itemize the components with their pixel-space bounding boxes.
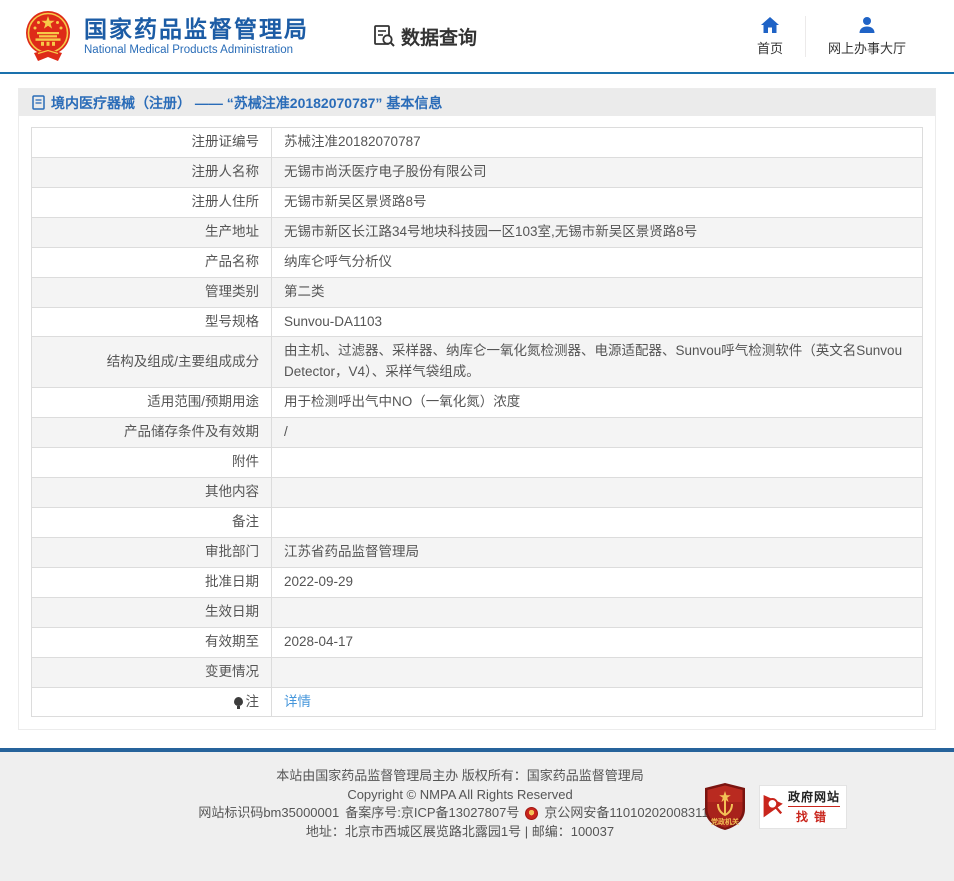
row-value xyxy=(272,448,923,478)
row-label: 管理类别 xyxy=(32,277,272,307)
site-title: 国家药品监督管理局 xyxy=(84,16,309,42)
row-value: 纳库仑呼气分析仪 xyxy=(272,247,923,277)
row-label: 审批部门 xyxy=(32,537,272,567)
table-row: 变更情况 xyxy=(32,657,923,687)
row-label: 生效日期 xyxy=(32,597,272,627)
party-government-badge[interactable]: 党政机关 xyxy=(704,782,746,831)
top-nav: 首页 网上办事大厅 xyxy=(735,16,928,57)
row-value: 用于检测呼出气中NO（一氧化氮）浓度 xyxy=(272,388,923,418)
row-label: 注册人住所 xyxy=(32,187,272,217)
error-finder-icon xyxy=(762,790,786,824)
table-row: 产品名称纳库仑呼气分析仪 xyxy=(32,247,923,277)
data-query-entry[interactable]: 数据查询 xyxy=(371,23,477,50)
table-row: 生效日期 xyxy=(32,597,923,627)
document-icon xyxy=(32,95,45,110)
row-value: 无锡市新吴区景贤路8号 xyxy=(272,187,923,217)
row-label: 注 xyxy=(32,687,272,717)
national-emblem-logo xyxy=(24,9,72,63)
row-label: 附件 xyxy=(32,448,272,478)
icp-number[interactable]: 备案序号:京ICP备13027807号 xyxy=(345,804,519,823)
row-value xyxy=(272,657,923,687)
row-value xyxy=(272,478,923,508)
footer-badges: 党政机关 政府网站 找错 xyxy=(704,782,846,831)
row-label: 有效期至 xyxy=(32,627,272,657)
user-icon xyxy=(857,16,877,34)
table-row: 注册人住所无锡市新吴区景贤路8号 xyxy=(32,187,923,217)
table-row: 批准日期2022-09-29 xyxy=(32,567,923,597)
table-row: 注册人名称无锡市尚沃医疗电子股份有限公司 xyxy=(32,157,923,187)
table-row: 审批部门江苏省药品监督管理局 xyxy=(32,537,923,567)
row-value: / xyxy=(272,418,923,448)
table-row: 备注 xyxy=(32,507,923,537)
police-badge-icon xyxy=(525,807,538,820)
row-label: 适用范围/预期用途 xyxy=(32,388,272,418)
content-box: 境内医疗器械（注册） —— “苏械注准20182070787” 基本信息 注册证… xyxy=(18,88,936,730)
home-icon xyxy=(760,16,780,34)
nav-service-hall-label: 网上办事大厅 xyxy=(828,38,906,57)
svg-text:党政机关: 党政机关 xyxy=(711,817,739,826)
row-label: 变更情况 xyxy=(32,657,272,687)
nav-service-hall[interactable]: 网上办事大厅 xyxy=(805,16,928,57)
document-search-icon xyxy=(371,23,397,49)
table-row: 管理类别第二类 xyxy=(32,277,923,307)
error-badge-text: 政府网站 找错 xyxy=(788,788,840,825)
page-header: 国家药品监督管理局 National Medical Products Admi… xyxy=(0,0,954,74)
table-row: 结构及组成/主要组成成分由主机、过滤器、采样器、纳库仑一氧化氮检测器、电源适配器… xyxy=(32,337,923,388)
row-value: 2028-04-17 xyxy=(272,627,923,657)
row-value: Sunvou-DA1103 xyxy=(272,307,923,337)
row-value: 详情 xyxy=(272,687,923,717)
row-label: 注册证编号 xyxy=(32,128,272,158)
row-value: 无锡市新区长江路34号地块科技园一区103室,无锡市新吴区景贤路8号 xyxy=(272,217,923,247)
row-value: 苏械注准20182070787 xyxy=(272,128,923,158)
row-value xyxy=(272,507,923,537)
row-value: 江苏省药品监督管理局 xyxy=(272,537,923,567)
security-record-number[interactable]: 京公网安备11010202008311号 xyxy=(544,804,721,823)
row-label: 批准日期 xyxy=(32,567,272,597)
row-label: 生产地址 xyxy=(32,217,272,247)
row-value: 2022-09-29 xyxy=(272,567,923,597)
registration-info-table: 注册证编号苏械注准20182070787注册人名称无锡市尚沃医疗电子股份有限公司… xyxy=(31,127,923,717)
breadcrumb: 境内医疗器械（注册） —— “苏械注准20182070787” 基本信息 xyxy=(19,89,935,116)
detail-link[interactable]: 详情 xyxy=(284,694,311,709)
page-footer: 本站由国家药品监督管理局主办 版权所有：国家药品监督管理局 Copyright … xyxy=(0,752,954,881)
note-icon xyxy=(234,697,243,706)
row-value xyxy=(272,597,923,627)
table-row: 有效期至2028-04-17 xyxy=(32,627,923,657)
nav-home[interactable]: 首页 xyxy=(735,16,805,57)
brand-block: 国家药品监督管理局 National Medical Products Admi… xyxy=(84,16,309,56)
table-row: 适用范围/预期用途用于检测呼出气中NO（一氧化氮）浓度 xyxy=(32,388,923,418)
row-value: 第二类 xyxy=(272,277,923,307)
row-label: 注册人名称 xyxy=(32,157,272,187)
table-row: 型号规格Sunvou-DA1103 xyxy=(32,307,923,337)
row-label: 结构及组成/主要组成成分 xyxy=(32,337,272,388)
site-id-code: 网站标识码bm35000001 xyxy=(198,804,339,823)
table-row: 注详情 xyxy=(32,687,923,717)
row-label: 型号规格 xyxy=(32,307,272,337)
table-row: 附件 xyxy=(32,448,923,478)
error-badge-subtitle: 找错 xyxy=(788,806,840,825)
nav-home-label: 首页 xyxy=(757,38,783,57)
data-query-label: 数据查询 xyxy=(401,23,477,50)
table-row: 产品储存条件及有效期/ xyxy=(32,418,923,448)
row-label: 产品储存条件及有效期 xyxy=(32,418,272,448)
error-badge-title: 政府网站 xyxy=(788,788,840,805)
row-label: 产品名称 xyxy=(32,247,272,277)
site-subtitle: National Medical Products Administration xyxy=(84,44,309,56)
row-label: 备注 xyxy=(32,507,272,537)
row-label: 其他内容 xyxy=(32,478,272,508)
table-row: 生产地址无锡市新区长江路34号地块科技园一区103室,无锡市新吴区景贤路8号 xyxy=(32,217,923,247)
govsite-error-report-badge[interactable]: 政府网站 找错 xyxy=(760,786,846,828)
table-row: 注册证编号苏械注准20182070787 xyxy=(32,128,923,158)
page-title: 境内医疗器械（注册） —— “苏械注准20182070787” 基本信息 xyxy=(51,93,442,113)
row-value: 无锡市尚沃医疗电子股份有限公司 xyxy=(272,157,923,187)
row-value: 由主机、过滤器、采样器、纳库仑一氧化氮检测器、电源适配器、Sunvou呼气检测软… xyxy=(272,337,923,388)
table-row: 其他内容 xyxy=(32,478,923,508)
